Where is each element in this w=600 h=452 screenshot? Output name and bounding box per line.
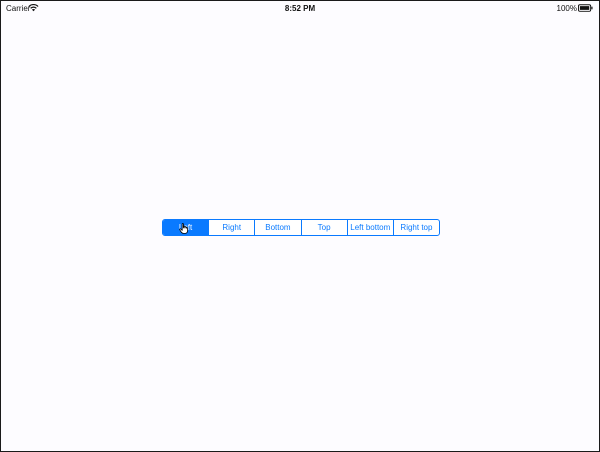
popover-direction-segmented-control[interactable]: Left Right Bottom Top Left bottom Right … [162, 219, 440, 236]
status-time: 8:52 PM [284, 4, 316, 13]
status-bar: Carrier 8:52 PM 100% [1, 1, 599, 15]
segment-top[interactable]: Top [300, 220, 347, 235]
battery-icon [578, 4, 593, 12]
segment-left-bottom[interactable]: Left bottom [346, 220, 393, 235]
segment-bottom[interactable]: Bottom [254, 220, 300, 235]
battery-percent: 100% [556, 4, 577, 13]
segment-right-top[interactable]: Right top [392, 220, 439, 235]
hand-pointer-icon [179, 223, 188, 234]
app-screen: Carrier 8:52 PM 100% Left Right Bottom T… [0, 0, 600, 452]
segment-right[interactable]: Right [208, 220, 254, 235]
